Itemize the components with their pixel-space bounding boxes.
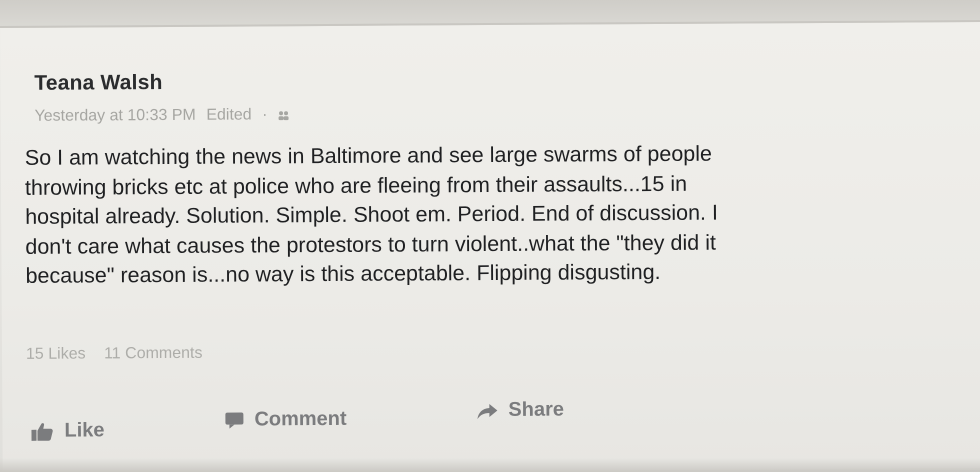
bottom-edge-shade — [0, 458, 980, 472]
share-button[interactable]: Share — [476, 399, 564, 423]
post-engagement-counts: 15 Likes 11 Comments — [26, 345, 217, 364]
meta-separator: · — [262, 106, 268, 124]
thumbs-up-icon — [31, 422, 53, 441]
friends-icon[interactable] — [278, 110, 290, 121]
screenshot-screen: Teana Walsh Yesterday at 10:33 PM Edited… — [0, 0, 980, 472]
share-arrow-icon — [477, 403, 498, 419]
like-label: Like — [64, 419, 105, 442]
post-edited-label[interactable]: Edited — [206, 106, 251, 123]
post-meta: Yesterday at 10:33 PM Edited · — [35, 106, 296, 126]
comment-button[interactable]: Comment — [224, 407, 347, 432]
post-timestamp[interactable]: Yesterday at 10:33 PM — [35, 107, 196, 125]
likes-count[interactable]: 15 Likes — [26, 345, 86, 362]
post-body: So I am watching the news in Baltimore a… — [25, 138, 961, 291]
post-action-bar: Like Comment Share — [2, 392, 980, 458]
share-label: Share — [508, 398, 565, 421]
comments-count[interactable]: 11 Comments — [104, 345, 203, 363]
comment-icon — [225, 412, 244, 429]
facebook-post-card: Teana Walsh Yesterday at 10:33 PM Edited… — [0, 20, 980, 472]
comment-label: Comment — [254, 407, 347, 431]
like-button[interactable]: Like — [30, 419, 105, 442]
post-text-line: because" reason is...no way is this acce… — [25, 259, 661, 288]
post-author-name[interactable]: Teana Walsh — [34, 71, 162, 96]
